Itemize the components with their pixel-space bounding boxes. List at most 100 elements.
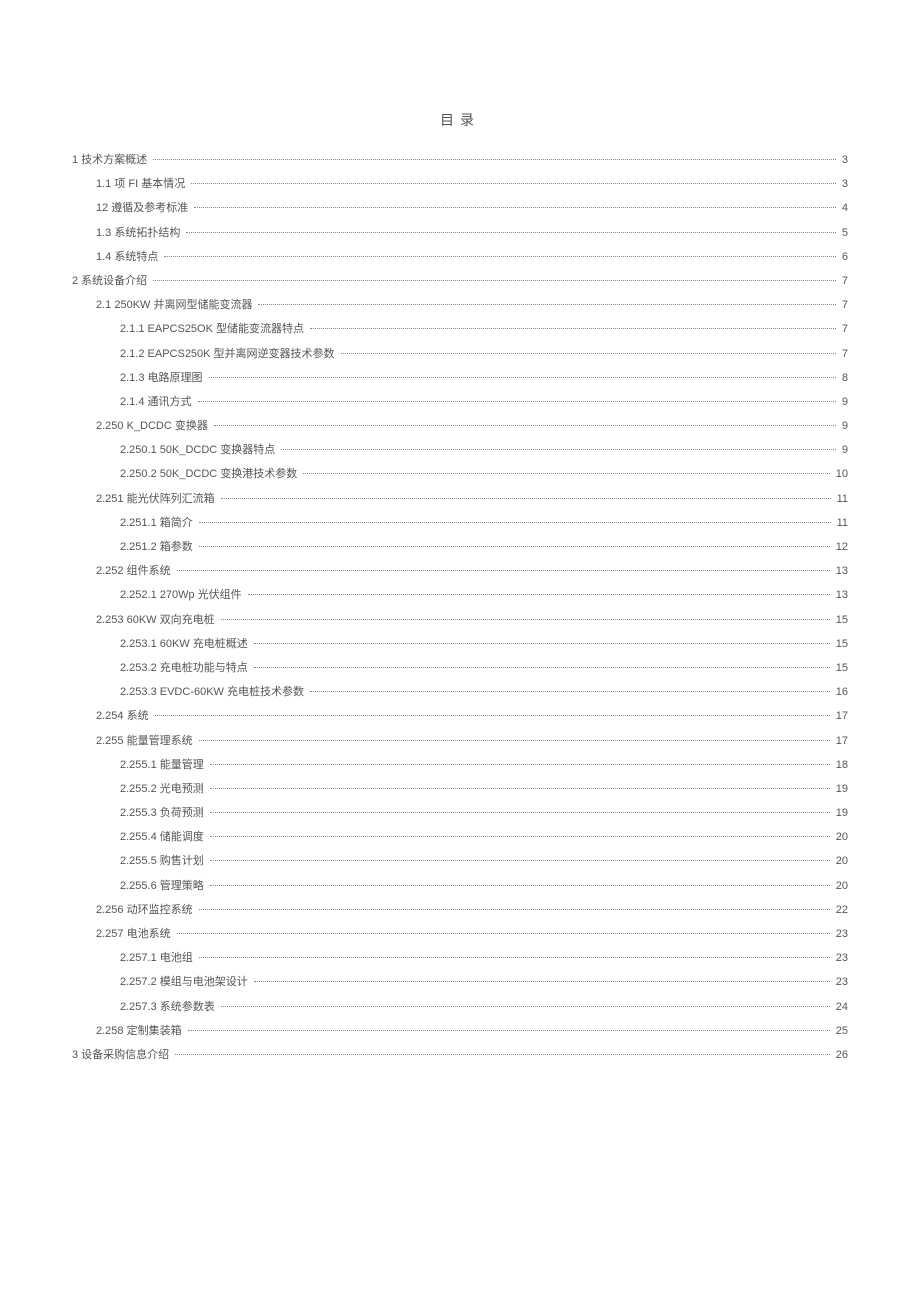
toc-leader-dots	[214, 425, 836, 426]
toc-entry-page: 23	[832, 922, 848, 946]
toc-entry-page: 17	[832, 729, 848, 753]
toc-leader-dots	[177, 570, 830, 571]
toc-entry-label: 1.1 项 FI 基本情况	[96, 172, 189, 196]
toc-entry: 2.252.1 270Wp 光伏组件 13	[72, 583, 848, 607]
toc-leader-dots	[199, 740, 830, 741]
toc-leader-dots	[175, 1054, 830, 1055]
toc-leader-dots	[153, 159, 836, 160]
toc-entry-page: 15	[832, 608, 848, 632]
toc-entry: 2.255.2 光电预测 19	[72, 777, 848, 801]
toc-entry: 3 设备采购信息介绍26	[72, 1043, 848, 1067]
toc-leader-dots	[254, 667, 830, 668]
toc-entry: 2.252 组件系统 13	[72, 559, 848, 583]
toc-entry: 2.1.4 通讯方式 9	[72, 390, 848, 414]
toc-entry-label: 1 技术方案概述	[72, 148, 151, 172]
toc-entry-label: 2.253.3 EVDC-60KW 充电桩技术参数	[120, 680, 308, 704]
toc-leader-dots	[164, 256, 836, 257]
toc-entry: 2.253.2 充电桩功能与特点 15	[72, 656, 848, 680]
toc-entry-page: 9	[838, 438, 848, 462]
toc-leader-dots	[210, 885, 830, 886]
toc-entry: 2.256 动环监控系统 22	[72, 898, 848, 922]
toc-leader-dots	[210, 812, 830, 813]
toc-entry-label: 2.250.1 50K_DCDC 变换器特点	[120, 438, 279, 462]
toc-entry: 2.255.6 管理策略 20	[72, 874, 848, 898]
toc-leader-dots	[310, 328, 836, 329]
toc-entry-page: 13	[832, 583, 848, 607]
toc-entry-label: 2.252.1 270Wp 光伏组件	[120, 583, 246, 607]
toc-entry-label: 2 系统设备介绍	[72, 269, 151, 293]
toc-entry: 2.253.1 60KW 充电桩概述15	[72, 632, 848, 656]
toc-leader-dots	[210, 860, 830, 861]
toc-entry-label: 2.255 能量管理系统	[96, 729, 197, 753]
toc-entry: 2.257.1 电池组23	[72, 946, 848, 970]
toc-leader-dots	[310, 691, 830, 692]
toc-entry-label: 2.256 动环监控系统	[96, 898, 197, 922]
toc-entry: 2.255.5 购售计划20	[72, 849, 848, 873]
toc-entry-page: 8	[838, 366, 848, 390]
toc-entry: 2.255 能量管理系统 17	[72, 729, 848, 753]
toc-entry-page: 19	[832, 777, 848, 801]
toc-entry-label: 1.4 系统特点	[96, 245, 162, 269]
toc-entry-page: 11	[833, 511, 848, 535]
toc-entry-label: 2.250.2 50K_DCDC 变换港技术参数	[120, 462, 301, 486]
toc-leader-dots	[177, 933, 830, 934]
toc-entry-page: 24	[832, 995, 848, 1019]
toc-entry-page: 13	[832, 559, 848, 583]
toc-entry-label: 2.255.3 负荷预测	[120, 801, 208, 825]
toc-entry: 2.251.1 箱简介11	[72, 511, 848, 535]
toc-entry: 1 技术方案概述 3	[72, 148, 848, 172]
toc-entry-label: 2.255.6 管理策略	[120, 874, 208, 898]
toc-entry-label: 2.254 系统	[96, 704, 153, 728]
page: 目录 1 技术方案概述31.1 项 FI 基本情况312 遵循及参考标准41.3…	[0, 0, 920, 1127]
toc-leader-dots	[199, 546, 830, 547]
toc-entry: 2.250 K_DCDC 变换器9	[72, 414, 848, 438]
toc-entry: 2.255.1 能量管理18	[72, 753, 848, 777]
toc-entry-page: 9	[838, 390, 848, 414]
toc-entry-label: 2.1.2 EAPCS250K 型并离网逆变器技术参数	[120, 342, 339, 366]
toc-entry: 2.1.2 EAPCS250K 型并离网逆变器技术参数7	[72, 342, 848, 366]
toc-leader-dots	[199, 909, 830, 910]
toc-entry-page: 20	[832, 874, 848, 898]
toc-entry-label: 2.258 定制集装箱	[96, 1019, 186, 1043]
toc-entry-page: 4	[838, 196, 848, 220]
toc-entry-label: 2.257.2 模组与电池架设计	[120, 970, 252, 994]
toc-entry-page: 15	[832, 632, 848, 656]
toc-entry-page: 16	[832, 680, 848, 704]
toc-entry: 2.254 系统17	[72, 704, 848, 728]
toc-leader-dots	[199, 522, 831, 523]
toc-leader-dots	[254, 643, 830, 644]
toc-entry: 2.255.3 负荷预测19	[72, 801, 848, 825]
toc-entry: 2.257.2 模组与电池架设计 23	[72, 970, 848, 994]
toc-entry-label: 2.1.4 通讯方式	[120, 390, 196, 414]
toc-entry: 2.258 定制集装箱 25	[72, 1019, 848, 1043]
toc-entry-label: 2.255.4 储能调度	[120, 825, 208, 849]
toc-leader-dots	[210, 788, 830, 789]
toc-entry-page: 7	[838, 269, 848, 293]
toc-leader-dots	[209, 377, 836, 378]
toc-entry: 2 系统设备介绍 7	[72, 269, 848, 293]
toc-entry-page: 3	[838, 148, 848, 172]
toc-entry-page: 6	[838, 245, 848, 269]
toc-leader-dots	[341, 353, 836, 354]
toc-entry-label: 2.252 组件系统	[96, 559, 175, 583]
toc-entry: 2.250.1 50K_DCDC 变换器特点 9	[72, 438, 848, 462]
toc-leader-dots	[258, 304, 835, 305]
toc-entry-page: 20	[832, 849, 848, 873]
toc-entry-page: 26	[832, 1043, 848, 1067]
toc-entry-page: 9	[838, 414, 848, 438]
toc-entry-page: 25	[832, 1019, 848, 1043]
toc-leader-dots	[254, 981, 830, 982]
toc-entry-page: 15	[832, 656, 848, 680]
toc-entry-label: 2.255.2 光电预测	[120, 777, 208, 801]
toc-entry-page: 23	[832, 946, 848, 970]
toc-leader-dots	[155, 715, 830, 716]
toc-leader-dots	[153, 280, 836, 281]
toc-entry: 12 遵循及参考标准 4	[72, 196, 848, 220]
toc-entry: 2.257.3 系统参数表24	[72, 995, 848, 1019]
toc-entry-page: 22	[832, 898, 848, 922]
toc-entry-page: 23	[832, 970, 848, 994]
toc-leader-dots	[303, 473, 829, 474]
toc-entry: 2.251 能光伏阵列汇流箱11	[72, 487, 848, 511]
toc-entry-label: 2.253.2 充电桩功能与特点	[120, 656, 252, 680]
toc-entry-label: 12 遵循及参考标准	[96, 196, 192, 220]
